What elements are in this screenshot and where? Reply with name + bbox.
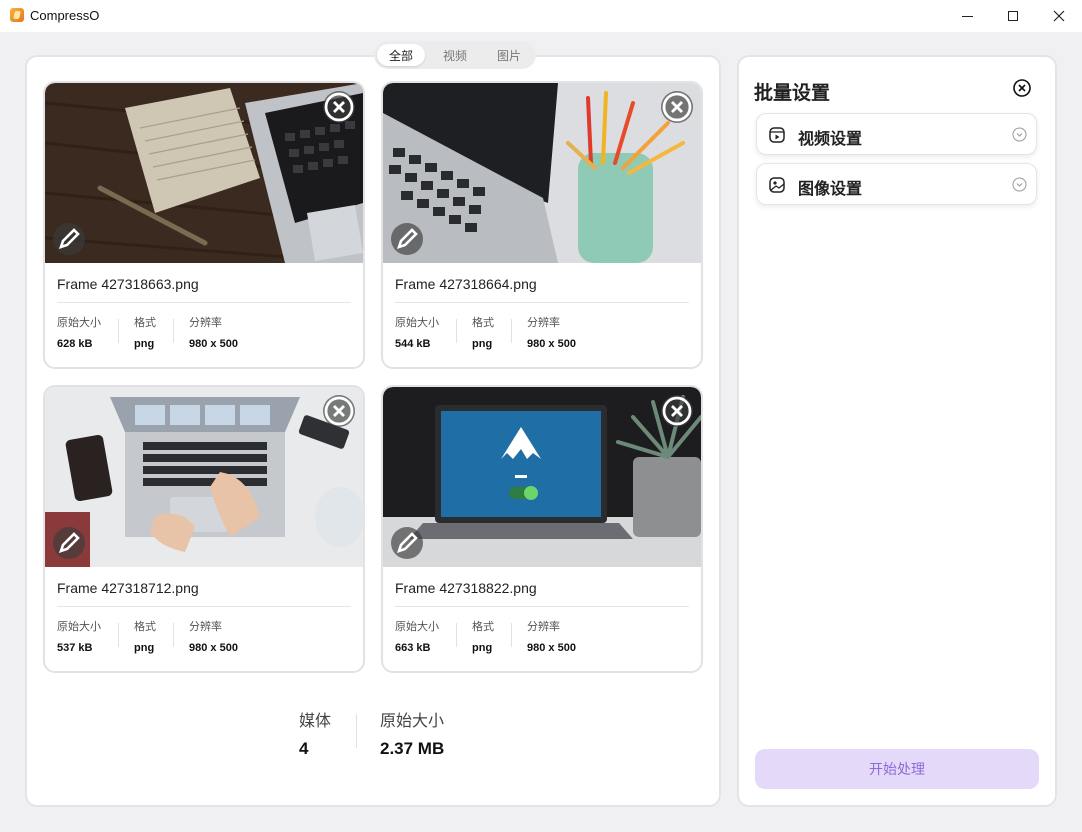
meta-size: 原始大小 537 kB: [57, 621, 101, 654]
edit-button[interactable]: [53, 527, 85, 559]
thumbnail-image: [383, 83, 701, 263]
meta-format: 格式 png: [134, 317, 156, 350]
media-card[interactable]: Frame 427318822.png 原始大小 663 kB 格式 png 分辨率…: [381, 385, 703, 673]
start-processing-button[interactable]: 开始处理: [755, 749, 1039, 789]
meta-divider: [173, 623, 174, 647]
pencil-icon: [396, 532, 418, 554]
image-settings-label: 图像设置: [798, 181, 863, 198]
close-circle-icon: [1013, 79, 1031, 97]
edit-button[interactable]: [391, 223, 423, 255]
close-circle-icon: [662, 396, 692, 426]
close-circle-icon: [662, 92, 692, 122]
file-name: Frame 427318664.png: [395, 276, 537, 292]
meta-resolution: 分辨率 980 x 500: [189, 621, 238, 654]
meta-divider: [511, 623, 512, 647]
meta-size: 原始大小 544 kB: [395, 317, 439, 350]
divider: [57, 302, 351, 303]
divider: [395, 302, 689, 303]
filter-tabs: 全部 视频 图片: [374, 41, 536, 69]
meta-divider: [118, 319, 119, 343]
minimize-icon: [961, 15, 973, 17]
close-circle-icon: [324, 396, 354, 426]
meta-size: 原始大小 628 kB: [57, 317, 101, 350]
meta-divider: [173, 319, 174, 343]
maximize-icon: [1008, 11, 1018, 21]
close-settings-button[interactable]: [1012, 78, 1032, 98]
pencil-icon: [58, 228, 80, 250]
remove-button[interactable]: [661, 395, 693, 427]
file-name: Frame 427318663.png: [57, 276, 199, 292]
video-icon: [769, 127, 785, 143]
settings-title: 批量设置: [754, 83, 831, 104]
title-bar: CompressO: [0, 0, 1082, 32]
thumbnail-image: [45, 387, 363, 567]
image-settings-accordion[interactable]: 图像设置: [756, 163, 1037, 205]
thumbnail-image: [383, 387, 701, 567]
summary-divider: [356, 714, 357, 748]
window-title: CompressO: [30, 8, 100, 23]
close-icon: [1053, 10, 1065, 22]
meta-resolution: 分辨率 980 x 500: [527, 317, 576, 350]
maximize-button[interactable]: [990, 0, 1036, 32]
tab-image[interactable]: 图片: [485, 44, 533, 66]
meta-divider: [118, 623, 119, 647]
tab-video[interactable]: 视频: [431, 44, 479, 66]
thumbnail-image: [45, 83, 363, 263]
video-settings-accordion[interactable]: 视频设置: [756, 113, 1037, 155]
chevron-down-icon: [1012, 127, 1027, 142]
chevron-down-icon: [1012, 177, 1027, 192]
close-circle-icon: [324, 92, 354, 122]
media-card[interactable]: Frame 427318712.png 原始大小 537 kB 格式 png 分辨率…: [43, 385, 365, 673]
meta-resolution: 分辨率 980 x 500: [189, 317, 238, 350]
remove-button[interactable]: [323, 395, 355, 427]
media-card[interactable]: Frame 427318664.png 原始大小 544 kB 格式 png 分辨率…: [381, 81, 703, 369]
tab-all[interactable]: 全部: [377, 44, 425, 66]
meta-resolution: 分辨率 980 x 500: [527, 621, 576, 654]
meta-format: 格式 png: [134, 621, 156, 654]
image-icon: [769, 177, 785, 193]
remove-button[interactable]: [323, 91, 355, 123]
meta-format: 格式 png: [472, 621, 494, 654]
meta-divider: [511, 319, 512, 343]
minimize-button[interactable]: [944, 0, 990, 32]
edit-button[interactable]: [391, 527, 423, 559]
summary-size: 原始大小 2.37 MB: [380, 713, 445, 758]
pencil-icon: [58, 532, 80, 554]
meta-size: 原始大小 663 kB: [395, 621, 439, 654]
media-card[interactable]: Frame 427318663.png 原始大小 628 kB 格式 png 分辨率…: [43, 81, 365, 369]
meta-divider: [456, 623, 457, 647]
meta-divider: [456, 319, 457, 343]
file-name: Frame 427318822.png: [395, 580, 537, 596]
file-name: Frame 427318712.png: [57, 580, 199, 596]
pencil-icon: [396, 228, 418, 250]
close-window-button[interactable]: [1036, 0, 1082, 32]
meta-format: 格式 png: [472, 317, 494, 350]
edit-button[interactable]: [53, 223, 85, 255]
summary-media: 媒体 4: [299, 713, 332, 758]
divider: [395, 606, 689, 607]
remove-button[interactable]: [661, 91, 693, 123]
video-settings-label: 视频设置: [798, 131, 863, 148]
divider: [57, 606, 351, 607]
app-logo-icon: [10, 8, 24, 22]
